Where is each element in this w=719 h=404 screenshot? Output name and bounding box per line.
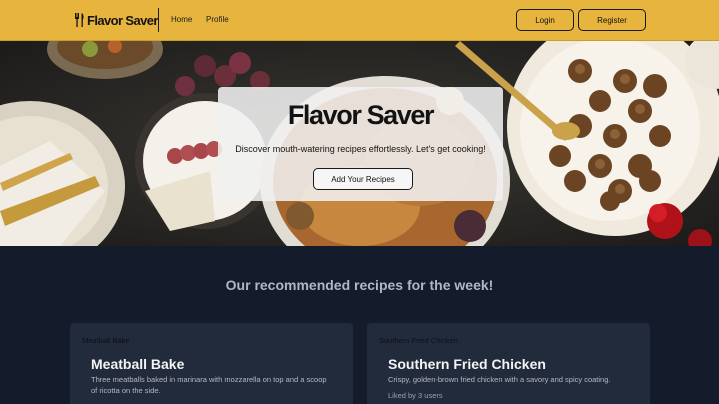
recipe-card-tag: Southern Fried Chicken <box>379 336 458 345</box>
hero-banner: Flavor Saver Discover mouth-watering rec… <box>0 41 719 246</box>
nav-divider <box>158 8 159 32</box>
brand-name: Flavor Saver <box>87 12 158 28</box>
recipe-card-likes: Liked by 3 users <box>388 391 443 400</box>
recipe-card-tag: Meatball Bake <box>82 336 130 345</box>
recipe-card[interactable]: Southern Fried Chicken Southern Fried Ch… <box>367 323 650 404</box>
recommended-heading: Our recommended recipes for the week! <box>225 277 494 293</box>
recipe-card-description: Three meatballs baked in marinara with m… <box>91 375 327 395</box>
navbar: Flavor Saver Home Profile Login Register <box>0 0 719 41</box>
recipe-card-title: Meatball Bake <box>91 356 185 372</box>
nav-link-profile[interactable]: Profile <box>206 15 229 24</box>
recipe-card-title: Southern Fried Chicken <box>388 356 546 372</box>
recipe-card-description: Crispy, golden-brown fried chicken with … <box>388 375 611 384</box>
hero-card: Flavor Saver Discover mouth-watering rec… <box>218 87 503 201</box>
nav-link-home[interactable]: Home <box>171 15 192 24</box>
hero-title: Flavor Saver <box>287 100 435 130</box>
utensils-icon <box>75 13 84 27</box>
recipe-card[interactable]: Meatball Bake Meatball Bake Three meatba… <box>70 323 353 404</box>
hero-subtitle: Discover mouth-watering recipes effortle… <box>235 144 486 154</box>
add-recipes-button[interactable]: Add Your Recipes <box>313 168 413 190</box>
register-button[interactable]: Register <box>578 9 646 31</box>
brand-logo[interactable]: Flavor Saver <box>74 12 158 28</box>
login-button[interactable]: Login <box>516 9 574 31</box>
